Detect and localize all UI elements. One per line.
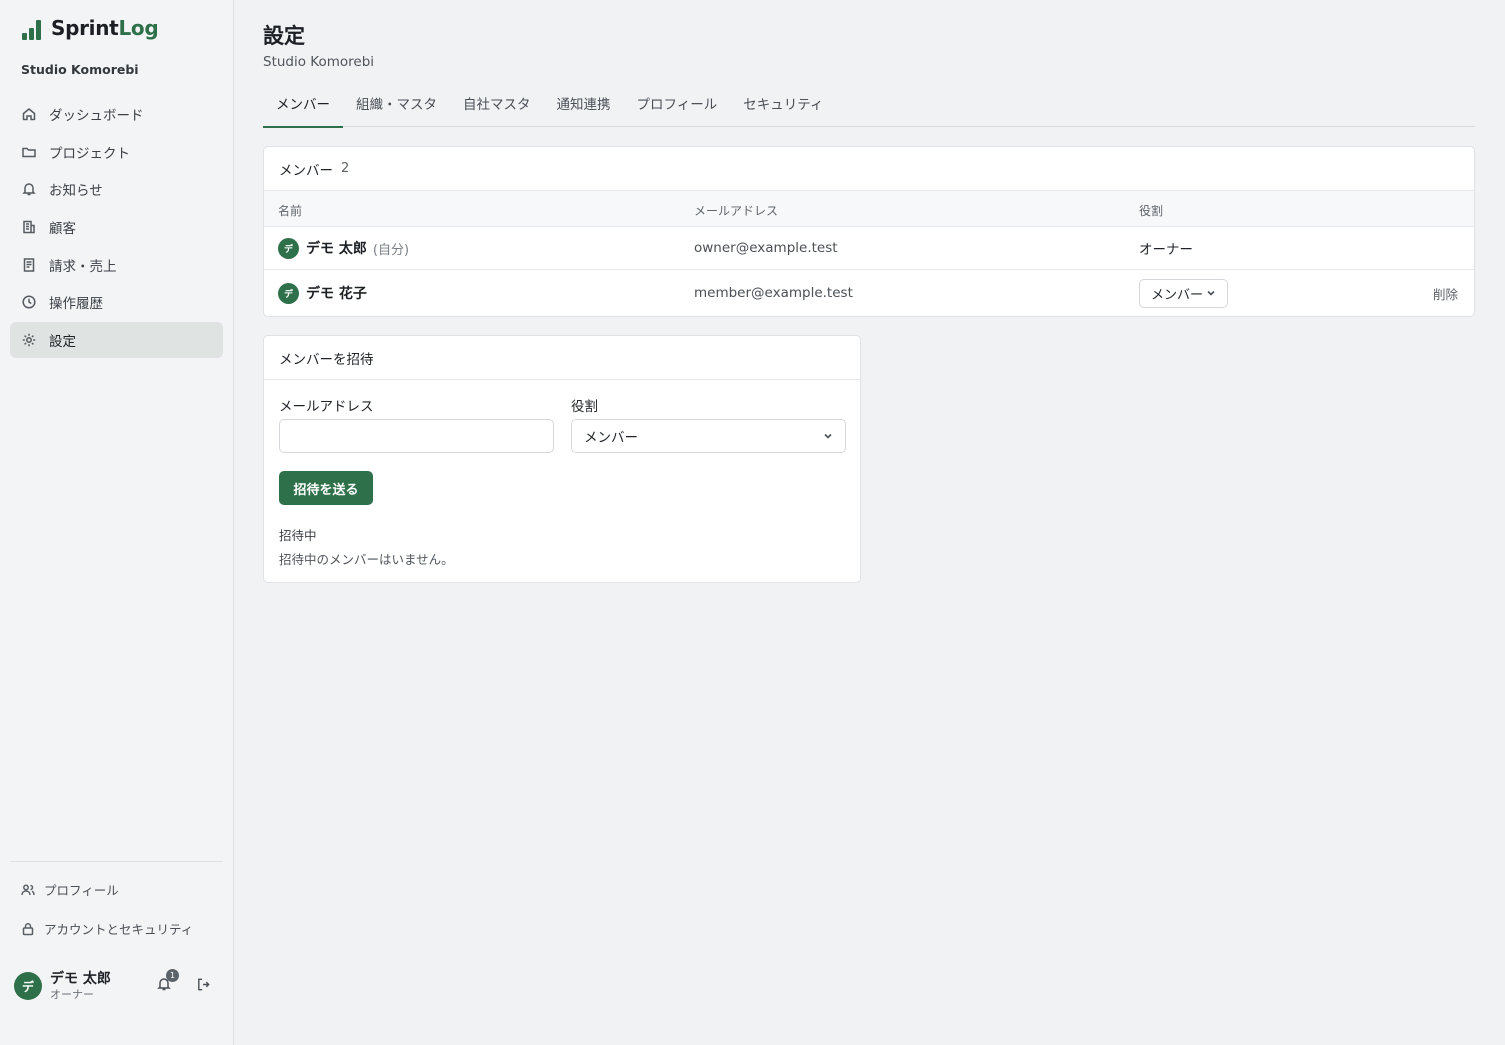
app-name: SprintLog: [51, 16, 159, 40]
table-row: デ デモ 花子 member@example.test メンバー 削除: [264, 270, 1474, 316]
members-heading: メンバー: [279, 162, 333, 179]
role-field-label: 役割: [571, 399, 598, 415]
avatar: デ: [278, 282, 299, 304]
avatar[interactable]: デ: [14, 972, 42, 1000]
folder-icon: [21, 144, 37, 160]
sidebar-nav: ダッシュボード プロジェクト お知らせ 顧客 請求・売上 操作履歴 設定: [10, 96, 223, 360]
role-select-value: メンバー: [584, 430, 638, 446]
member-email: owner@example.test: [694, 240, 838, 256]
tab-members[interactable]: メンバー: [263, 88, 343, 128]
invite-card: メンバーを招待 メールアドレス 役割 メンバー 招待を送る 招待中 招待中のメン…: [263, 335, 861, 583]
tab-security[interactable]: セキュリティ: [730, 88, 836, 127]
sidebar-divider: [10, 861, 223, 862]
column-header-role: 役割: [1139, 204, 1164, 218]
member-role-select-value: メンバー: [1151, 287, 1204, 303]
app-logo[interactable]: SprintLog: [22, 16, 159, 40]
member-role-select[interactable]: メンバー: [1139, 278, 1228, 308]
tab-company-master[interactable]: 自社マスタ: [450, 88, 544, 127]
sidebar-item-customers[interactable]: 顧客: [10, 209, 223, 245]
logout-button[interactable]: [196, 977, 212, 993]
settings-tabs: メンバー 組織・マスタ 自社マスタ 通知連携 プロフィール セキュリティ: [263, 88, 1475, 128]
notification-count-badge: 1: [166, 969, 179, 982]
column-header-email: メールアドレス: [694, 204, 779, 218]
building-icon: [21, 219, 37, 235]
sidebar-item-settings[interactable]: 設定: [10, 322, 223, 359]
organization-name: Studio Komorebi: [21, 62, 139, 77]
sidebar-item-label: お知らせ: [49, 183, 103, 200]
tab-organization-master[interactable]: 組織・マスタ: [343, 88, 450, 127]
self-tag: (自分): [372, 242, 410, 258]
gear-icon: [21, 332, 37, 348]
tab-profile[interactable]: プロフィール: [624, 88, 731, 127]
logo-text-sprint: Sprint: [51, 16, 119, 40]
logo-bars-icon: [22, 16, 41, 40]
sidebar-item-history[interactable]: 操作履歴: [10, 284, 223, 320]
member-role: オーナー: [1139, 242, 1193, 258]
receipt-icon: [21, 257, 37, 273]
invite-heading: メンバーを招待: [279, 351, 374, 368]
sidebar-item-label: 設定: [49, 334, 76, 351]
member-name: デモ 太郎: [306, 241, 367, 257]
sidebar-item-projects[interactable]: プロジェクト: [10, 134, 223, 170]
tab-notification-integration[interactable]: 通知連携: [544, 88, 624, 127]
member-name-cell: デ デモ 太郎 (自分): [278, 227, 409, 269]
logo-text-log: Log: [118, 16, 159, 40]
email-field-label: メールアドレス: [279, 399, 374, 415]
member-name-cell: デ デモ 花子: [278, 270, 367, 316]
sidebar-link-label: アカウントとセキュリティ: [44, 922, 194, 937]
sidebar-item-label: 操作履歴: [49, 296, 103, 313]
users-icon: [21, 884, 35, 895]
delete-member-button[interactable]: 削除: [1433, 284, 1458, 303]
sidebar-item-dashboard[interactable]: ダッシュボード: [10, 96, 223, 132]
sidebar-item-label: ダッシュボード: [49, 108, 144, 124]
user-role: オーナー: [50, 988, 94, 1001]
current-user: デ デモ 太郎 オーナー 1: [14, 966, 224, 1006]
chevron-down-icon: [823, 431, 833, 441]
members-card-header: メンバー 2: [264, 147, 1474, 191]
send-invite-button[interactable]: 招待を送る: [279, 471, 373, 505]
page-subtitle: Studio Komorebi: [263, 54, 375, 70]
member-email: member@example.test: [694, 285, 853, 301]
members-card: メンバー 2 名前 メールアドレス 役割 デ デモ 太郎 (自分) owner@…: [263, 146, 1475, 317]
pending-invites-empty-message: 招待中のメンバーはいません。: [279, 552, 454, 567]
sidebar-item-label: 請求・売上: [49, 258, 117, 275]
table-row: デ デモ 太郎 (自分) owner@example.test オーナー: [264, 227, 1474, 270]
avatar: デ: [278, 237, 299, 259]
sidebar-link-account-security[interactable]: アカウントとセキュリティ: [21, 919, 193, 938]
notifications-button[interactable]: 1: [156, 969, 179, 994]
page-title: 設定: [263, 24, 305, 48]
sidebar-item-notices[interactable]: お知らせ: [10, 171, 223, 207]
member-role-cell: メンバー: [1139, 270, 1228, 316]
user-name: デモ 太郎: [50, 971, 111, 987]
member-action-cell: 削除: [1433, 270, 1458, 316]
invite-card-header: メンバーを招待: [264, 336, 860, 380]
bell-icon: [21, 181, 37, 197]
members-table-header: 名前 メールアドレス 役割: [264, 191, 1474, 227]
lock-icon: [22, 922, 34, 935]
sidebar-link-label: プロフィール: [44, 883, 119, 898]
role-select[interactable]: メンバー: [571, 419, 846, 453]
column-header-name: 名前: [278, 204, 303, 218]
home-icon: [21, 106, 37, 122]
pending-invites-title: 招待中: [279, 528, 317, 543]
logout-icon: [198, 978, 210, 991]
email-field[interactable]: [279, 419, 554, 453]
sidebar-link-profile[interactable]: プロフィール: [21, 880, 119, 899]
sidebar-item-label: プロジェクト: [49, 145, 130, 162]
member-name: デモ 花子: [306, 286, 367, 302]
chevron-down-icon: [1206, 288, 1216, 298]
sidebar-item-label: 顧客: [49, 221, 76, 238]
sidebar-item-billing[interactable]: 請求・売上: [10, 247, 223, 283]
members-count: 2: [341, 161, 350, 176]
clock-icon: [21, 294, 37, 310]
user-meta: デモ 太郎 オーナー: [50, 970, 111, 1002]
sidebar: SprintLog Studio Komorebi ダッシュボード プロジェクト…: [0, 0, 234, 1045]
